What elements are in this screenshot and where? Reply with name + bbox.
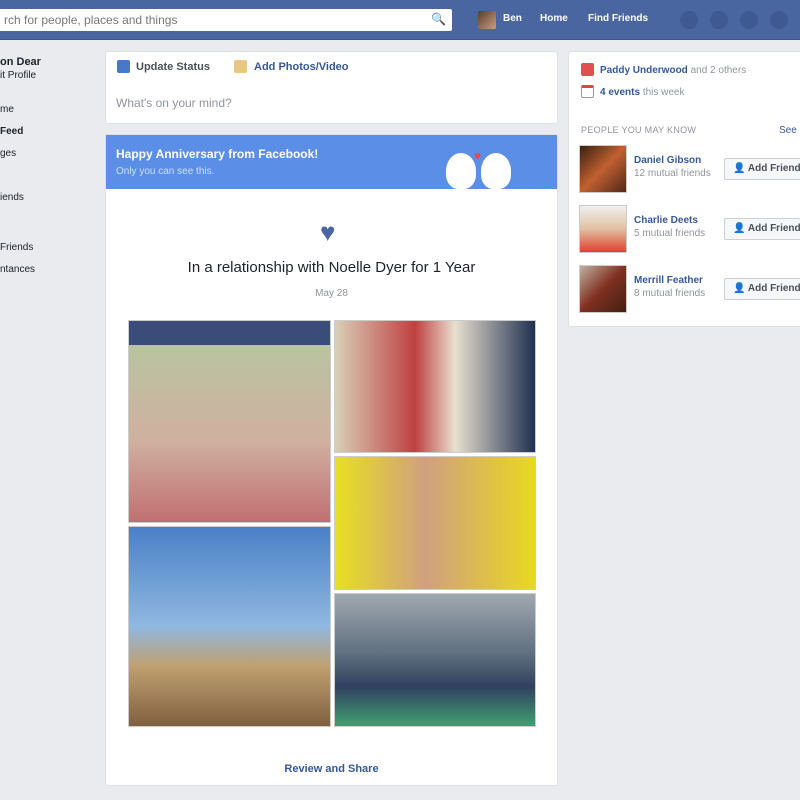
person-name[interactable]: Daniel Gibson (634, 155, 701, 166)
person-name[interactable]: Charlie Deets (634, 215, 698, 226)
pymk-title: PEOPLE YOU MAY KNOW (581, 125, 697, 135)
search-placeholder: rch for people, places and things (4, 13, 178, 27)
pymk-item: Merrill Feather 8 mutual friends 👤 Add Fri… (579, 265, 800, 315)
banner-subtitle: Only you can see this. (116, 166, 215, 177)
birthday-name[interactable]: Paddy Underwood (600, 65, 688, 76)
heart-icon: ♥ (320, 217, 336, 247)
anniversary-banner: Happy Anniversary from Facebook! Only yo… (106, 135, 557, 189)
photo-icon (234, 60, 247, 73)
sidebar-item-close-friends[interactable]: Friends (0, 242, 33, 253)
search-input[interactable]: rch for people, places and things 🔍 (0, 9, 452, 31)
edit-profile-link[interactable]: it Profile (0, 70, 36, 81)
nav-profile[interactable]: Ben (503, 13, 522, 24)
sidebar-item-acquaintances[interactable]: ntances (0, 264, 35, 275)
photo-4[interactable] (128, 526, 331, 727)
review-and-share-link[interactable]: Review and Share (106, 763, 557, 775)
avatar[interactable] (579, 145, 627, 193)
banner-title: Happy Anniversary from Facebook! (116, 147, 319, 161)
nav-home[interactable]: Home (540, 13, 568, 24)
add-friend-button[interactable]: 👤 Add Friend (724, 278, 800, 300)
composer: Update Status Add Photos/Video What's on… (105, 51, 558, 124)
status-input[interactable]: What's on your mind? (116, 96, 232, 110)
events-rest: this week (642, 87, 685, 98)
sidebar-item-friends[interactable]: iends (0, 192, 24, 203)
avatar[interactable] (579, 205, 627, 253)
avatar[interactable] (579, 265, 627, 313)
anniversary-headline: In a relationship with Noelle Dyer for 1… (187, 259, 476, 276)
add-photos-tab[interactable]: Add Photos/Video (254, 61, 349, 73)
birthday-icon (581, 63, 594, 76)
right-column: Paddy Underwood and 2 others 4 events th… (568, 51, 800, 327)
friend-requests-icon[interactable] (680, 11, 698, 29)
mutual-friends[interactable]: 5 mutual friends (634, 228, 705, 239)
messages-icon[interactable] (710, 11, 728, 29)
photo-2[interactable] (334, 320, 536, 453)
profile-name[interactable]: on Dear (0, 56, 41, 68)
user-avatar[interactable] (478, 11, 496, 29)
pymk-item: Daniel Gibson 12 mutual friends 👤 Add Frie… (579, 145, 800, 195)
add-friend-button[interactable]: 👤 Add Friend (724, 158, 800, 180)
pymk-item: Charlie Deets 5 mutual friends 👤 Add Frien… (579, 205, 800, 255)
photo-3[interactable] (334, 456, 536, 590)
sidebar-item-pages[interactable]: ges (0, 148, 16, 159)
top-bar: rch for people, places and things 🔍 Ben H… (0, 0, 800, 40)
birthday-others[interactable]: and 2 others (691, 65, 747, 76)
add-friend-button[interactable]: 👤 Add Friend (724, 218, 800, 240)
anniversary-date: May 28 (315, 288, 348, 299)
update-status-tab[interactable]: Update Status (136, 61, 210, 73)
notifications-icon[interactable] (740, 11, 758, 29)
photo-5[interactable] (334, 593, 536, 727)
see-all-link[interactable]: See (779, 125, 797, 136)
nav-find-friends[interactable]: Find Friends (588, 13, 648, 24)
settings-icon[interactable] (770, 11, 788, 29)
person-name[interactable]: Merrill Feather (634, 275, 703, 286)
mutual-friends[interactable]: 8 mutual friends (634, 288, 705, 299)
anniversary-card: Happy Anniversary from Facebook! Only yo… (105, 134, 558, 786)
sidebar-item-news-feed[interactable]: Feed (0, 126, 23, 137)
photo-1[interactable] (128, 320, 331, 523)
bunnies-illustration: ♥ (441, 139, 521, 189)
events-link[interactable]: 4 events (600, 87, 640, 98)
calendar-icon (581, 85, 594, 98)
sidebar-item-home[interactable]: me (0, 104, 14, 115)
search-icon[interactable]: 🔍 (431, 12, 446, 26)
pencil-icon (117, 60, 130, 73)
mutual-friends[interactable]: 12 mutual friends (634, 168, 711, 179)
